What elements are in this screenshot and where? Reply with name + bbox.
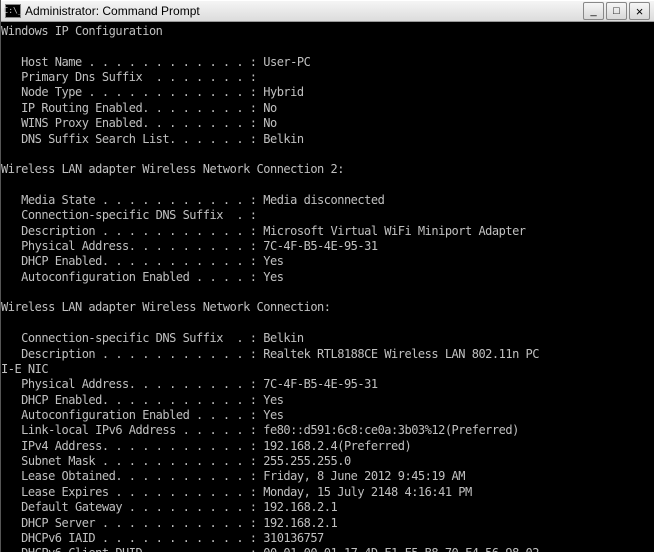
cmd-icon: C:\_ [5, 4, 21, 18]
window-buttons: _ □ × [583, 2, 650, 20]
terminal-output[interactable]: Windows IP Configuration Host Name . . .… [1, 22, 654, 552]
window-title: Administrator: Command Prompt [25, 4, 583, 18]
maximize-button[interactable]: □ [606, 2, 627, 20]
command-prompt-window: C:\_ Administrator: Command Prompt _ □ ×… [0, 0, 654, 552]
titlebar[interactable]: C:\_ Administrator: Command Prompt _ □ × [1, 0, 654, 22]
minimize-button[interactable]: _ [583, 2, 604, 20]
close-button[interactable]: × [629, 2, 650, 20]
